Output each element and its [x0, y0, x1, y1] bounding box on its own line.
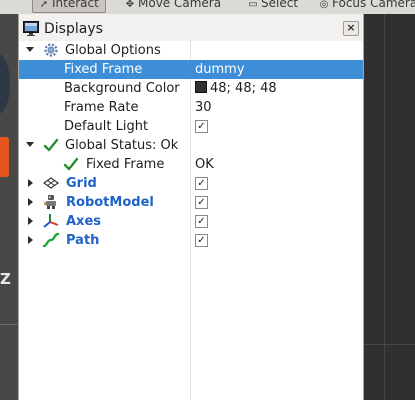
launcher-divider — [0, 324, 18, 325]
path-label: Path — [66, 233, 100, 248]
status-fixed-frame-label: Fixed Frame — [86, 157, 165, 172]
expand-arrow-icon[interactable] — [28, 198, 33, 206]
fixed-frame-row[interactable]: Fixed Frame dummy — [19, 60, 363, 79]
robot-model-display-row[interactable]: RobotModel ✓ — [19, 193, 363, 212]
frame-rate-value[interactable]: 30 — [195, 99, 212, 116]
robot-model-icon — [44, 195, 56, 209]
select-icon: ▭ — [248, 0, 258, 10]
expand-arrow-icon[interactable] — [28, 217, 33, 225]
axes-icon — [43, 214, 59, 228]
move-camera-icon: ✥ — [125, 0, 135, 10]
gear-icon — [44, 43, 58, 57]
global-status-row[interactable]: Global Status: Ok — [19, 136, 363, 155]
displays-panel-header: Displays × — [19, 16, 363, 40]
grid-display-row[interactable]: Grid ✓ — [19, 174, 363, 193]
monitor-icon — [23, 21, 39, 36]
background-color-label: Background Color — [64, 81, 180, 96]
collapse-arrow-icon[interactable] — [26, 47, 34, 52]
default-light-row[interactable]: Default Light ✓ — [19, 117, 363, 136]
interact-tool-button[interactable]: ➚ Interact — [32, 0, 106, 13]
fixed-frame-value[interactable]: dummy — [195, 61, 245, 78]
expand-arrow-icon[interactable] — [28, 236, 33, 244]
robot-model-enabled-checkbox[interactable]: ✓ — [195, 196, 208, 209]
grid-label: Grid — [66, 176, 97, 191]
axes-display-row[interactable]: Axes ✓ — [19, 212, 363, 231]
background-color-row[interactable]: Background Color 48; 48; 48 — [19, 79, 363, 98]
close-panel-button[interactable]: × — [343, 21, 359, 36]
focus-camera-tool-button[interactable]: ◎ Focus Camera — [312, 0, 415, 13]
tool-toolbar: ➚ Interact ✥ Move Camera ▭ Select ◎ Focus Ca… — [0, 0, 415, 15]
color-swatch[interactable] — [195, 81, 207, 93]
launcher-app-icon[interactable] — [0, 54, 10, 114]
frame-rate-row[interactable]: Frame Rate 30 — [19, 98, 363, 117]
grid-enabled-checkbox[interactable]: ✓ — [195, 177, 208, 190]
global-options-row[interactable]: Global Options — [19, 41, 363, 60]
launcher-partial-label: Z — [0, 270, 11, 288]
background-color-value[interactable]: 48; 48; 48 — [195, 80, 277, 97]
focus-camera-icon: ◎ — [319, 0, 329, 10]
axes-enabled-checkbox[interactable]: ✓ — [195, 215, 208, 228]
path-icon — [43, 232, 59, 248]
move-camera-tool-button[interactable]: ✥ Move Camera — [118, 0, 228, 13]
interact-icon: ➚ — [39, 0, 49, 10]
global-status-label: Global Status: Ok — [65, 138, 179, 153]
panel-title: Displays — [44, 21, 103, 37]
frame-rate-label: Frame Rate — [64, 100, 139, 115]
collapse-arrow-icon[interactable] — [26, 142, 34, 147]
grid-line — [384, 14, 385, 400]
render-view[interactable] — [362, 14, 415, 400]
status-fixed-frame-value: OK — [195, 157, 214, 172]
robot-model-label: RobotModel — [66, 195, 154, 210]
select-tool-button[interactable]: ▭ Select — [241, 0, 305, 13]
fixed-frame-label: Fixed Frame — [64, 62, 143, 77]
axes-label: Axes — [66, 214, 102, 229]
global-options-label: Global Options — [65, 43, 161, 58]
expand-arrow-icon[interactable] — [28, 179, 33, 187]
status-ok-check-icon — [43, 138, 59, 152]
grid-icon — [43, 177, 59, 189]
launcher-files-icon[interactable] — [0, 137, 9, 177]
default-light-checkbox[interactable]: ✓ — [195, 120, 208, 133]
default-light-label: Default Light — [64, 119, 149, 134]
displays-tree: Global Options Fixed Frame dummy Backgro… — [19, 41, 363, 400]
grid-line — [362, 344, 415, 345]
path-display-row[interactable]: Path ✓ — [19, 231, 363, 250]
status-ok-check-icon — [63, 157, 79, 171]
displays-panel: Displays × Global Options Fixed Frame du… — [18, 14, 364, 400]
desktop-launcher: Z — [0, 14, 18, 400]
path-enabled-checkbox[interactable]: ✓ — [195, 234, 208, 247]
status-fixed-frame-row[interactable]: Fixed Frame OK — [19, 155, 363, 174]
